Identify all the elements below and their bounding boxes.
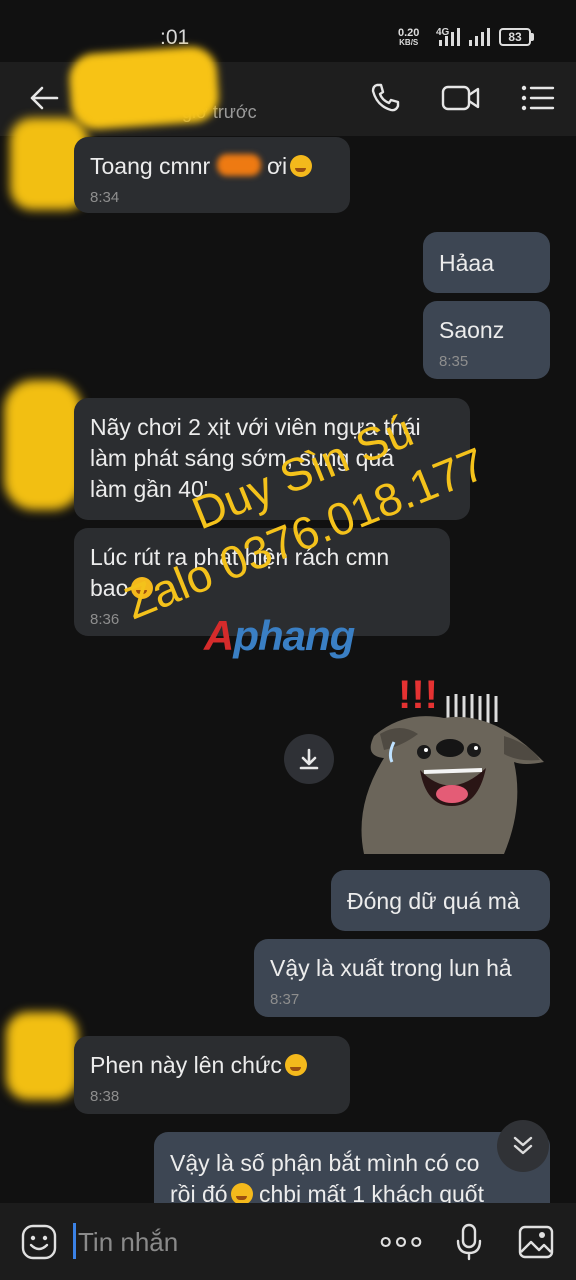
network-speed: 0.20 KB/S — [398, 27, 420, 48]
video-call-icon[interactable] — [439, 76, 483, 120]
image-gallery-icon[interactable] — [515, 1221, 557, 1263]
sticker-icon[interactable] — [18, 1221, 60, 1263]
microphone-icon[interactable] — [448, 1221, 490, 1263]
message-text: Lúc rút ra phát hiện rách cmn bao — [90, 544, 390, 601]
woozy-face-icon — [290, 155, 313, 177]
shocked-dog-sticker[interactable]: !!! — [354, 666, 550, 854]
message-text: Đóng dữ quá mà — [347, 888, 520, 914]
message-text: Vậy là số phận bắt mình có co rồi đó chb… — [170, 1150, 484, 1207]
thinking-face-icon — [230, 1183, 253, 1205]
message-bubble-outgoing[interactable]: Vậy là xuất trong lun hả 8:37 — [254, 939, 550, 1017]
message-time: 8:38 — [90, 1088, 120, 1105]
menu-icon[interactable] — [516, 76, 560, 120]
message-text: Nãy chơi 2 xịt với viên ngựa thái làm ph… — [90, 414, 421, 502]
text-redaction — [216, 154, 261, 176]
message-time: 8:34 — [90, 189, 120, 206]
avatar[interactable] — [4, 380, 82, 510]
message-input-bar — [0, 1203, 576, 1280]
text-cursor — [73, 1223, 76, 1259]
laughing-tears-face-icon — [284, 1054, 307, 1076]
download-button[interactable] — [284, 734, 334, 784]
message-bubble-incoming[interactable]: Lúc rút ra phát hiện rách cmn bao 8:36 — [74, 528, 450, 636]
signal-icon — [437, 28, 463, 46]
message-bubble-outgoing[interactable]: Đóng dữ quá mà — [331, 870, 550, 931]
message-time: 8:35 — [439, 353, 469, 370]
battery-icon: 83 — [499, 28, 531, 46]
contact-name-redaction — [67, 44, 221, 132]
status-bar: :01 0.20 KB/S 4G 83 — [0, 0, 576, 62]
message-bubble-outgoing[interactable]: Saonz 8:35 — [423, 301, 550, 379]
battery-tip — [531, 33, 534, 41]
chevron-down-icon — [513, 1136, 533, 1155]
message-bubble-outgoing[interactable]: Hảaa — [423, 232, 550, 293]
message-text: Vậy là xuất trong lun hả — [270, 955, 512, 981]
scroll-to-bottom-button[interactable] — [497, 1120, 549, 1172]
message-text: Hảaa — [439, 250, 494, 276]
back-arrow-icon[interactable] — [22, 76, 66, 120]
woozy-face-icon — [131, 577, 154, 599]
message-time: 8:37 — [270, 991, 300, 1008]
signal-icon — [467, 28, 493, 46]
svg-text:!!!: !!! — [398, 673, 438, 717]
download-icon — [299, 748, 319, 770]
message-input[interactable] — [78, 1225, 358, 1259]
message-time: 8:36 — [90, 611, 120, 628]
message-text: Phen này lên chức — [90, 1050, 307, 1081]
message-text: Toang cmnr ơi — [90, 151, 313, 182]
message-bubble-incoming[interactable]: Phen này lên chức 8:38 — [74, 1036, 350, 1114]
message-bubble-incoming[interactable]: Nãy chơi 2 xịt với viên ngựa thái làm ph… — [74, 398, 470, 520]
avatar[interactable] — [6, 1012, 78, 1100]
phone-icon[interactable] — [363, 76, 407, 120]
message-text: Saonz — [439, 317, 505, 343]
message-bubble-incoming[interactable]: Toang cmnr ơi 8:34 — [74, 137, 350, 213]
more-options-icon[interactable] — [380, 1221, 422, 1263]
